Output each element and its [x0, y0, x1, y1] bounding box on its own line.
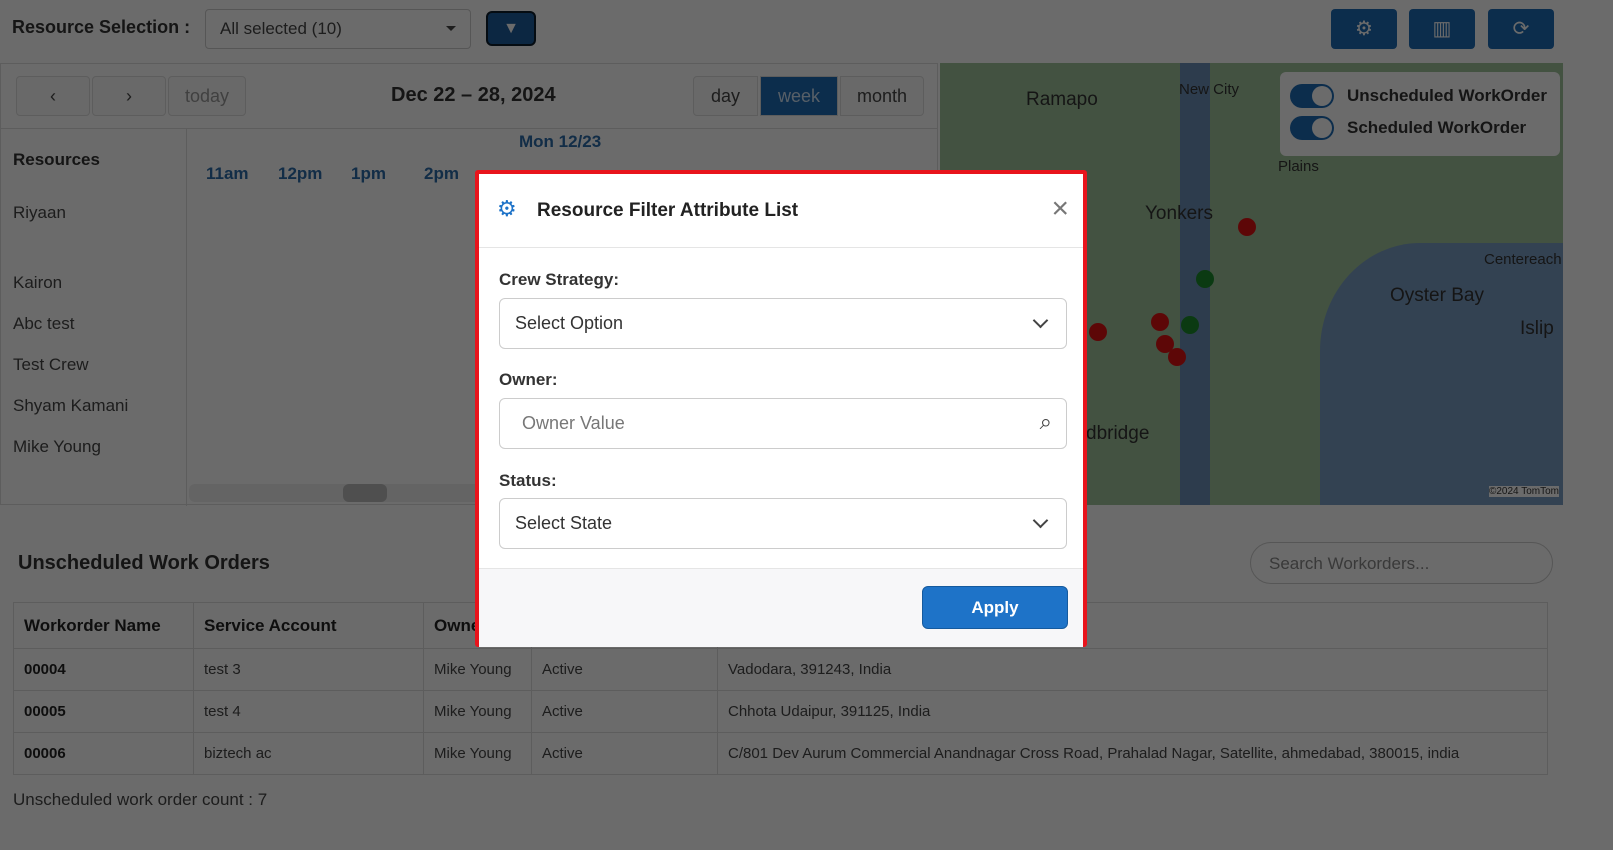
map-marker[interactable]	[1089, 323, 1107, 341]
cell: Vadodara, 391243, India	[717, 648, 1548, 691]
cell: Chhota Udaipur, 391125, India	[717, 690, 1548, 733]
map-place: Centereach	[1484, 251, 1562, 268]
table-row[interactable]: 00005 test 4 Mike Young Active Chhota Udaipu…	[13, 690, 1548, 733]
map-place: Oyster Bay	[1390, 285, 1484, 306]
map-button[interactable]: ▥	[1409, 9, 1475, 49]
prev-button[interactable]: ‹	[16, 76, 90, 116]
map-place: Plains	[1278, 158, 1319, 175]
status-select[interactable]: Select State	[499, 498, 1067, 549]
day-header: Mon 12/23	[519, 132, 602, 151]
resources-header: Resources	[13, 150, 100, 169]
today-button[interactable]: today	[168, 76, 246, 116]
resource-select-value: All selected (10)	[220, 19, 342, 38]
view-month[interactable]: month	[840, 76, 924, 116]
close-icon[interactable]: ×	[1051, 192, 1069, 226]
map-place: dbridge	[1086, 423, 1150, 444]
unscheduled-toggle[interactable]	[1290, 84, 1334, 108]
crew-strategy-label: Crew Strategy:	[499, 270, 619, 289]
status-label: Status:	[499, 471, 557, 490]
cell: Mike Young	[423, 732, 532, 775]
table-row[interactable]: 00004 test 3 Mike Young Active Vadodara, 391…	[13, 648, 1548, 691]
resource-row: Abc test	[13, 314, 75, 333]
modal-footer: Apply	[479, 568, 1083, 647]
cell: Active	[531, 690, 718, 733]
search-workorders-input[interactable]: Search Workorders...	[1250, 542, 1553, 584]
hour-label: 2pm	[424, 164, 459, 183]
table-row[interactable]: 00006 biztech ac Mike Young Active C/801 Dev…	[13, 732, 1548, 775]
cell: test 3	[193, 648, 424, 691]
caret-down-icon	[446, 26, 456, 36]
map-place: Yonkers	[1145, 203, 1213, 224]
modal-title: Resource Filter Attribute List	[537, 200, 799, 221]
map-legend: Unscheduled WorkOrder Scheduled WorkOrde…	[1280, 72, 1560, 156]
map-marker[interactable]	[1238, 218, 1256, 236]
crew-strategy-value: Select Option	[515, 313, 624, 333]
resource-row: Kairon	[13, 273, 63, 292]
view-day[interactable]: day	[693, 76, 758, 116]
scheduled-toggle[interactable]	[1290, 116, 1334, 140]
owner-input[interactable]: Owner Value ⌕	[499, 398, 1067, 449]
filter-button[interactable]: ▼	[486, 11, 536, 46]
cell: Active	[531, 732, 718, 775]
next-button[interactable]: ›	[92, 76, 166, 116]
map-marker[interactable]	[1151, 313, 1169, 331]
map-attribution: ©2024 TomTom	[1489, 486, 1559, 497]
resource-select[interactable]: All selected (10)	[205, 9, 471, 49]
resource-row: Mike Young	[13, 437, 101, 456]
map-marker[interactable]	[1168, 348, 1186, 366]
hour-label: 11am	[206, 164, 249, 183]
cell: test 4	[193, 690, 424, 733]
refresh-button[interactable]: ⟳	[1488, 9, 1554, 49]
chevron-down-icon	[1032, 312, 1049, 329]
resource-row: Riyaan	[13, 203, 66, 222]
crew-strategy-select[interactable]: Select Option	[499, 298, 1067, 349]
owner-placeholder: Owner Value	[522, 413, 625, 433]
filter-icon: ▼	[503, 20, 519, 37]
resource-row: Shyam Kamani	[13, 396, 129, 415]
hour-label: 12pm	[278, 164, 323, 183]
map-place: Islip	[1520, 318, 1554, 339]
chevron-down-icon	[1032, 512, 1049, 529]
cell: 00005	[13, 690, 194, 733]
cell: biztech ac	[193, 732, 424, 775]
legend-label: Unscheduled WorkOrder	[1347, 86, 1547, 105]
map-marker[interactable]	[1181, 316, 1199, 334]
map-icon: ▥	[1432, 18, 1452, 40]
map-place: Ramapo	[1026, 89, 1098, 110]
cell: Active	[531, 648, 718, 691]
owner-label: Owner:	[499, 370, 558, 389]
search-icon[interactable]: ⌕	[1040, 409, 1052, 435]
date-range: Dec 22 – 28, 2024	[391, 84, 556, 106]
refresh-icon: ⟳	[1512, 18, 1530, 40]
column-header: Workorder Name	[13, 602, 194, 649]
column-header: Service Account	[193, 602, 424, 649]
cell: Mike Young	[423, 690, 532, 733]
gear-icon: ⚙	[1355, 18, 1373, 40]
resource-row: Test Crew	[13, 355, 89, 374]
settings-button[interactable]: ⚙	[1331, 9, 1397, 49]
cell: C/801 Dev Aurum Commercial Anandnagar Cr…	[717, 732, 1548, 775]
hour-label: 1pm	[351, 164, 386, 183]
cell: Mike Young	[423, 648, 532, 691]
workorder-count: Unscheduled work order count : 7	[13, 790, 268, 809]
status-value: Select State	[515, 513, 613, 533]
resource-selection-label: Resource Selection :	[12, 17, 191, 37]
cell: 00006	[13, 732, 194, 775]
apply-button[interactable]: Apply	[922, 586, 1068, 629]
map-place: New City	[1179, 81, 1240, 98]
gears-icon: ⚙	[497, 196, 517, 221]
resource-filter-modal: ⚙ Resource Filter Attribute List × Crew …	[475, 170, 1087, 647]
map-marker[interactable]	[1196, 270, 1214, 288]
view-week[interactable]: week	[760, 76, 838, 116]
legend-label: Scheduled WorkOrder	[1347, 118, 1527, 137]
cell: 00004	[13, 648, 194, 691]
unscheduled-title: Unscheduled Work Orders	[18, 552, 270, 574]
